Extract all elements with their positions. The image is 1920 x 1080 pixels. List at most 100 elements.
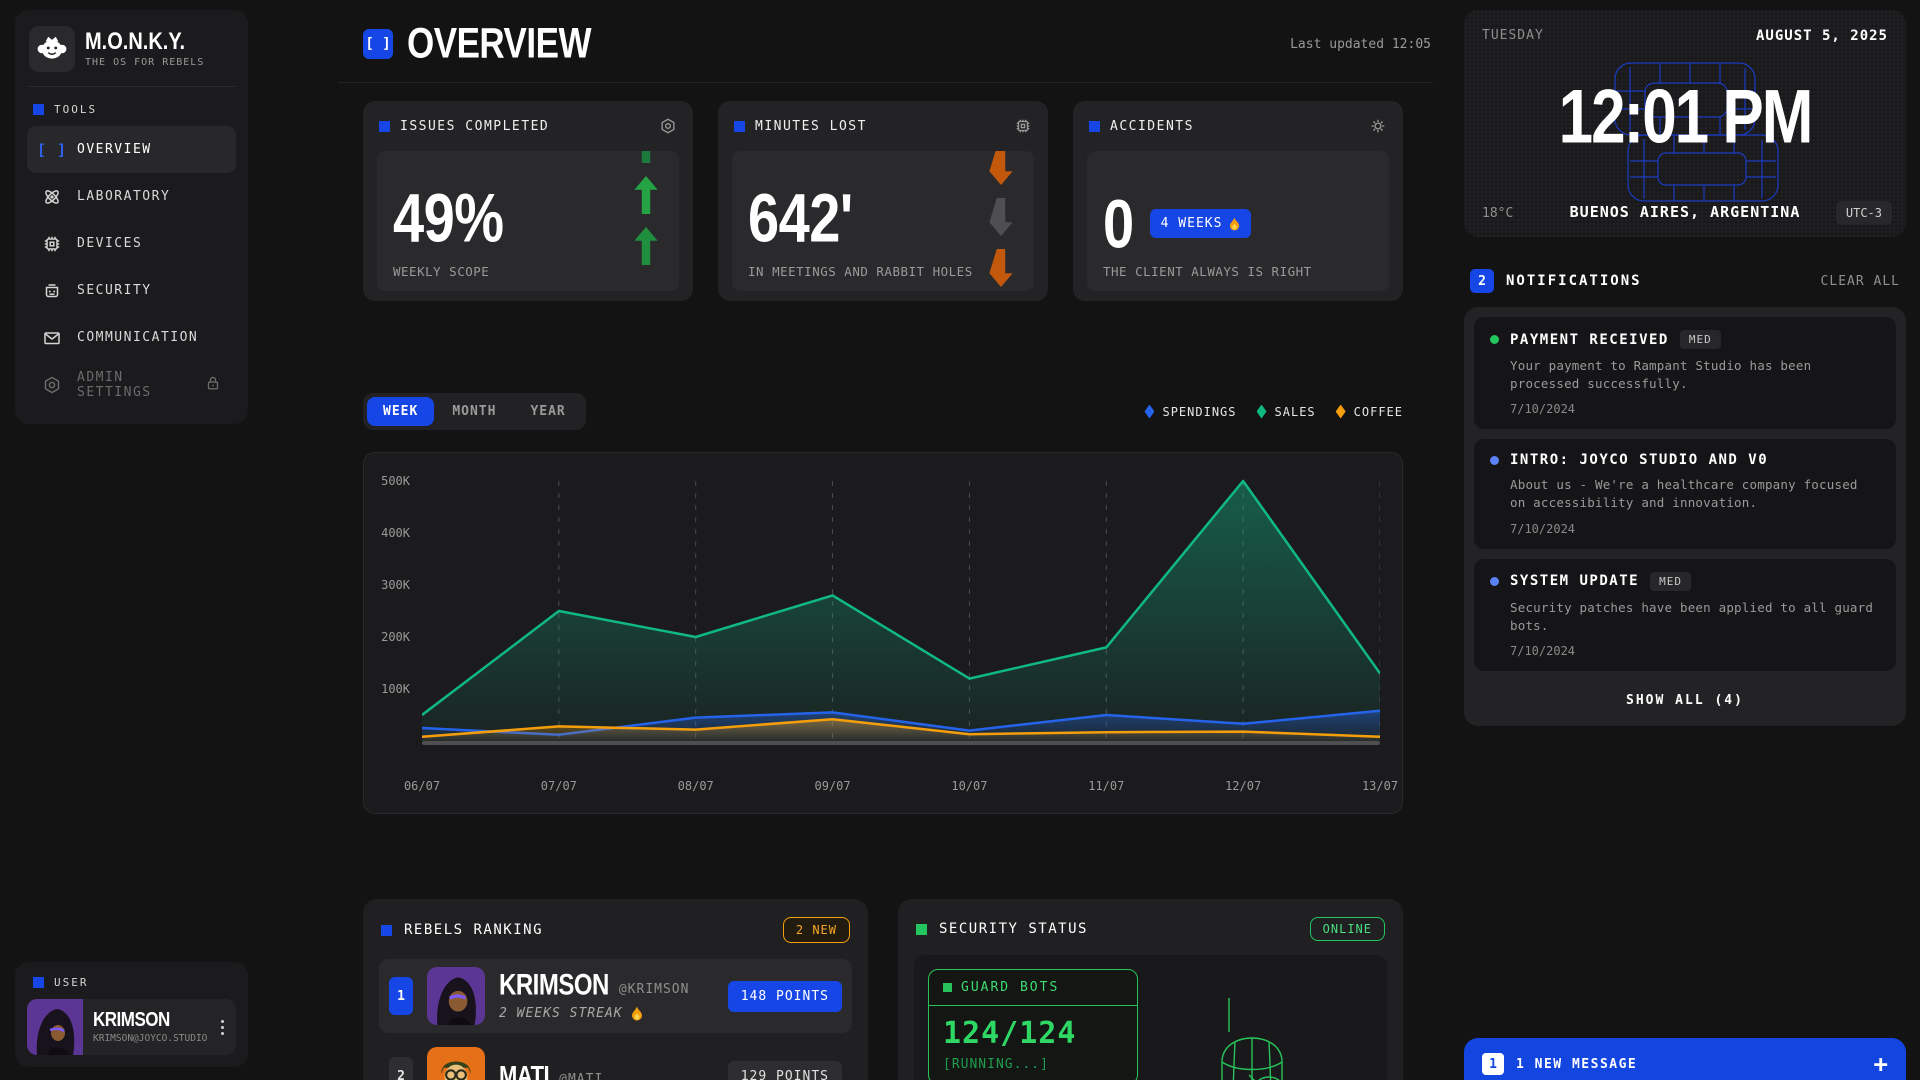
- show-all-button[interactable]: SHOW ALL (4): [1474, 681, 1896, 716]
- rank-handle: @MATI: [559, 1072, 603, 1080]
- notification-body: Security patches have been applied to al…: [1510, 599, 1880, 635]
- trend-up-arrows-icon: [629, 151, 663, 265]
- ranking-bullet: [381, 925, 392, 936]
- tab-month[interactable]: MONTH: [436, 397, 512, 426]
- legend-coffee[interactable]: COFFEE: [1336, 405, 1403, 419]
- guard-bots-label: GUARD BOTS: [961, 980, 1059, 995]
- section-bullet: [33, 104, 44, 115]
- legend-sales[interactable]: SALES: [1257, 405, 1316, 419]
- stat-subtitle: THE CLIENT ALWAYS IS RIGHT: [1103, 264, 1312, 279]
- app-root: M.O.N.K.Y. THE OS FOR REBELS TOOLS [ ] O…: [0, 0, 1920, 1080]
- hexnut-gear-icon[interactable]: [659, 117, 677, 135]
- y-axis-tick: 400K: [381, 526, 410, 540]
- notification-title: SYSTEM UPDATE: [1510, 573, 1639, 589]
- sidebar-item-label: OVERVIEW: [77, 142, 152, 157]
- app-name: M.O.N.K.Y.: [85, 28, 185, 56]
- y-axis-tick: 100K: [381, 682, 410, 696]
- clock-day: TUESDAY: [1482, 28, 1544, 43]
- ranking-header: REBELS RANKING 2 NEW: [379, 913, 852, 953]
- cog-icon[interactable]: [1369, 117, 1387, 135]
- y-axis-tick: 200K: [381, 630, 410, 644]
- points-badge: 148 POINTS: [728, 981, 842, 1012]
- notifications-panel: PAYMENT RECEIVED MED Your payment to Ram…: [1464, 307, 1906, 726]
- x-axis-tick: 10/07: [951, 779, 987, 793]
- clock-timezone: UTC-3: [1836, 201, 1892, 225]
- rank-name: MATI: [499, 1060, 549, 1080]
- message-label: 1 NEW MESSAGE: [1516, 1057, 1637, 1072]
- security-panel: GUARD BOTS 124/124 [RUNNING...] FIREWALL: [914, 955, 1387, 1080]
- user-email: KRIMSON@JOYCO.STUDIO: [93, 1033, 217, 1044]
- status-dot: [1490, 577, 1499, 586]
- y-axis-tick: 500K: [381, 474, 410, 488]
- notifications-count-badge: 2: [1470, 269, 1494, 293]
- stat-bullet: [1089, 121, 1100, 132]
- user-profile[interactable]: KRIMSON KRIMSON@JOYCO.STUDIO: [27, 999, 236, 1055]
- chart-legend: SPENDINGS SALES COFFEE: [1144, 405, 1403, 419]
- stat-title: ACCIDENTS: [1110, 119, 1194, 134]
- clock-time: 12:01 PM: [1559, 74, 1812, 161]
- security-header: SECURITY STATUS ONLINE: [914, 913, 1387, 951]
- plus-icon[interactable]: +: [1874, 1052, 1888, 1076]
- stat-header: ACCIDENTS: [1087, 113, 1389, 139]
- app-tagline: THE OS FOR REBELS: [85, 57, 204, 68]
- legend-spendings[interactable]: SPENDINGS: [1144, 405, 1236, 419]
- stat-title: MINUTES LOST: [755, 119, 867, 134]
- hexnut-icon: [41, 375, 63, 395]
- brackets-icon: [ ]: [41, 141, 63, 159]
- chip-icon: [41, 234, 63, 254]
- notification-system-update[interactable]: SYSTEM UPDATE MED Security patches have …: [1474, 559, 1896, 671]
- sidebar-item-label: LABORATORY: [77, 189, 170, 204]
- x-axis-tick: 12/07: [1225, 779, 1261, 793]
- message-count-badge: 1: [1482, 1053, 1504, 1075]
- notification-payment-received[interactable]: PAYMENT RECEIVED MED Your payment to Ram…: [1474, 317, 1896, 429]
- sidebar-item-label: ADMIN SETTINGS: [77, 370, 190, 400]
- x-axis-tick: 08/07: [678, 779, 714, 793]
- status-dot: [1490, 335, 1499, 344]
- page-header: [ ] OVERVIEW Last updated 12:05: [338, 0, 1433, 64]
- stat-card-minutes-lost: MINUTES LOST 642' IN MEETINGS AND RABBIT…: [718, 101, 1048, 301]
- notification-body: About us - We're a healthcare company fo…: [1510, 476, 1880, 512]
- new-message-bar[interactable]: 1 1 NEW MESSAGE +: [1464, 1038, 1906, 1080]
- guard-bots-count: 124/124: [943, 1016, 1123, 1051]
- x-axis-tick: 07/07: [541, 779, 577, 793]
- user-name: KRIMSON: [93, 1008, 170, 1032]
- sidebar-item-admin-settings[interactable]: ADMIN SETTINGS: [27, 361, 236, 408]
- lock-icon: [204, 374, 222, 396]
- ranking-row-2[interactable]: 2 MATI @MATI 129 POINTS: [379, 1039, 852, 1080]
- user-menu-button[interactable]: [217, 1016, 228, 1039]
- bottom-row: REBELS RANKING 2 NEW 1 KRIMSON @KRIMSON: [363, 899, 1403, 1080]
- clear-all-button[interactable]: CLEAR ALL: [1821, 274, 1900, 289]
- rank-number: 2: [389, 1057, 413, 1080]
- range-tabs: WEEK MONTH YEAR: [363, 393, 586, 430]
- x-axis-tick: 09/07: [815, 779, 851, 793]
- rank-handle: @KRIMSON: [619, 982, 690, 997]
- chip-gear-icon[interactable]: [1014, 117, 1032, 135]
- sidebar-item-communication[interactable]: COMMUNICATION: [27, 314, 236, 361]
- tab-year[interactable]: YEAR: [514, 397, 581, 426]
- notification-body: Your payment to Rampant Studio has been …: [1510, 357, 1880, 393]
- user-info: KRIMSON KRIMSON@JOYCO.STUDIO: [83, 999, 236, 1055]
- notifications-title: NOTIFICATIONS: [1506, 273, 1642, 289]
- notifications-header: 2 NOTIFICATIONS CLEAR ALL: [1470, 269, 1900, 293]
- section-bullet: [33, 977, 44, 988]
- tab-week[interactable]: WEEK: [367, 397, 434, 426]
- area-chart[interactable]: 500K400K300K200K100K 06/0707/0708/0709/0…: [422, 475, 1380, 767]
- stat-title: ISSUES COMPLETED: [400, 119, 549, 134]
- sidebar-item-security[interactable]: SECURITY: [27, 267, 236, 314]
- ranking-row-1[interactable]: 1 KRIMSON @KRIMSON 2 WEEKS STREAK: [379, 959, 852, 1033]
- clock-card: TUESDAY AUGUST 5, 2025 12:01 PM 18°C BUE…: [1464, 10, 1906, 237]
- monkey-logo-icon: [29, 26, 75, 72]
- user-card: USER KRIMSON KRIMSON@JOYCO.STUDIO: [15, 962, 248, 1067]
- new-count-badge: 2 NEW: [783, 917, 850, 943]
- sidebar-item-laboratory[interactable]: LABORATORY: [27, 173, 236, 220]
- guard-bots-panel: GUARD BOTS 124/124 [RUNNING...]: [928, 969, 1138, 1080]
- status-dot: [1490, 456, 1499, 465]
- points-badge: 129 POINTS: [728, 1061, 842, 1080]
- user-avatar: [27, 999, 83, 1055]
- rank-number: 1: [389, 977, 413, 1015]
- notification-intro[interactable]: INTRO: JOYCO STUDIO AND V0 About us - We…: [1474, 439, 1896, 548]
- main-content: [ ] OVERVIEW Last updated 12:05 ISSUES C…: [338, 0, 1433, 1080]
- sidebar-item-devices[interactable]: DEVICES: [27, 220, 236, 267]
- sidebar-item-overview[interactable]: [ ] OVERVIEW: [27, 126, 236, 173]
- last-updated: Last updated 12:05: [1290, 37, 1433, 52]
